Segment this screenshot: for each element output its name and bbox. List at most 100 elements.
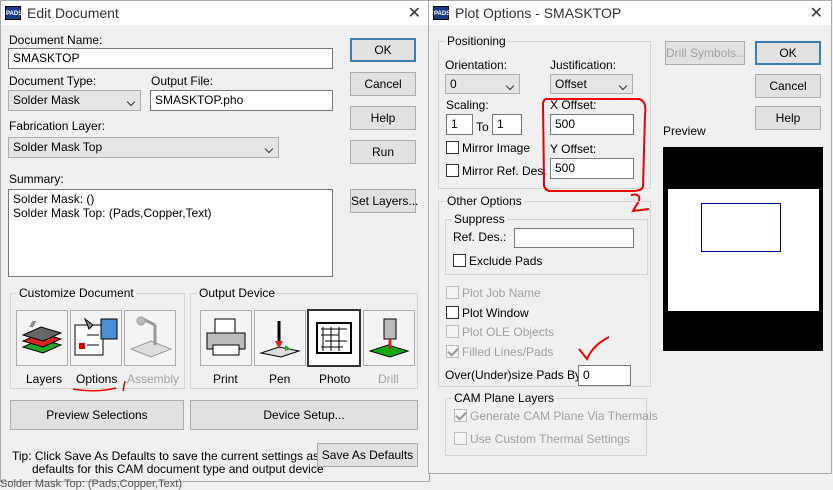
filled-lines-label: Filled Lines/Pads [462,345,554,359]
plot-options-window: PADS Plot Options - SMASKTOP ✕ Positioni… [428,0,832,474]
plot-ok-button[interactable]: OK [755,41,821,65]
fab-layer-label: Fabrication Layer: [9,119,106,133]
underlay-text: Solder Mask Top: (Pads,Copper,Text) [0,478,182,490]
photo-button[interactable] [307,309,361,367]
preview-board [668,189,819,311]
exclude-pads-checkbox[interactable] [453,254,466,267]
preview-outline [701,203,781,252]
drill-symbols-button[interactable]: Drill Symbols... [665,41,746,65]
layers-button[interactable]: ⁄⁄⁄ [16,310,68,366]
pads-icon: PADS [5,6,22,20]
options-button[interactable] [70,310,122,366]
plot-window-label: Plot Window [462,306,529,320]
mirror-image-checkbox[interactable] [446,141,459,154]
svg-text:⁄⁄⁄: ⁄⁄⁄ [29,320,37,329]
oversize-input[interactable]: 0 [578,365,631,386]
generate-cam-label: Generate CAM Plane Via Thermals [470,409,658,423]
pen-label: Pen [269,372,291,386]
device-setup-button[interactable]: Device Setup... [190,400,418,430]
scale-to-label: To [476,120,489,134]
options-icon [74,317,118,356]
plot-window-checkbox[interactable] [446,306,459,319]
edit-titlebar[interactable]: PADS Edit Document ✕ [1,1,429,25]
edit-title: Edit Document [27,5,119,21]
summary-line: Solder Mask: () [13,192,95,206]
doc-name-input[interactable]: SMASKTOP [8,48,333,69]
scale-to-input[interactable]: 1 [492,114,522,135]
drill-label: Drill [378,372,399,386]
mirror-ref-label: Mirror Ref. Des. [462,164,547,178]
photo-icon [316,322,352,354]
use-custom-thermal-checkbox[interactable] [454,432,467,445]
assembly-label: Assembly [127,372,180,386]
preview-selections-button[interactable]: Preview Selections [10,400,184,430]
fab-layer-select[interactable]: Solder Mask Top [8,137,279,158]
mirror-image-label: Mirror Image [462,141,531,155]
suppress-label: Suppress [452,212,507,226]
tip-line-1: Tip: Click Save As Defaults to save the … [12,449,340,463]
assembly-icon [129,316,173,358]
save-as-defaults-button[interactable]: Save As Defaults [317,443,418,467]
assembly-button[interactable] [124,310,176,366]
edit-document-window: PADS Edit Document ✕ Document Name: SMAS… [0,0,430,482]
pen-button[interactable] [254,310,306,366]
plot-job-name-label: Plot Job Name [462,286,541,300]
positioning-label: Positioning [445,34,508,48]
close-icon[interactable]: ✕ [810,3,823,23]
filled-lines-checkbox[interactable] [446,345,459,358]
plot-job-name-checkbox[interactable] [446,286,459,299]
plot-title: Plot Options - SMASKTOP [455,5,622,21]
layers-label: Layers [26,372,63,386]
tip-line-2: defaults for this CAM document type and … [32,462,324,476]
print-label: Print [213,372,238,386]
printer-icon [206,318,246,356]
other-options-label: Other Options [445,194,524,208]
set-layers-button[interactable]: Set Layers... [350,189,418,213]
doc-name-label: Document Name: [9,33,103,47]
summary-box[interactable]: Solder Mask: () Solder Mask Top: (Pads,C… [8,189,333,277]
pads-icon: PADS [433,6,450,20]
run-button[interactable]: Run [350,140,416,164]
preview-label: Preview [663,124,706,138]
cam-plane-group: CAM Plane Layers [445,391,647,456]
output-file-input[interactable]: SMASKTOP.pho [150,90,333,111]
plot-titlebar[interactable]: PADS Plot Options - SMASKTOP ✕ [429,1,831,25]
scaling-label: Scaling: [446,98,489,112]
cancel-button[interactable]: Cancel [350,72,416,96]
oversize-label: Over(Under)size Pads By: [445,368,585,382]
photo-label: Photo [319,372,351,386]
print-button[interactable] [200,310,252,366]
drill-button[interactable] [363,310,415,366]
orientation-label: Orientation: [445,58,508,72]
summary-line: Solder Mask Top: (Pads,Copper,Text) [13,206,212,220]
ref-des-label: Ref. Des.: [453,230,507,244]
summary-label: Summary: [9,172,64,186]
preview-pane [663,147,823,351]
close-icon[interactable]: ✕ [408,3,421,23]
annotation-check [578,336,610,361]
plot-cancel-button[interactable]: Cancel [755,74,821,98]
annotation-underline [72,380,126,392]
output-file-label: Output File: [151,74,214,88]
scale-from-input[interactable]: 1 [446,114,473,135]
justification-select[interactable]: Offset [550,74,633,94]
ref-des-input[interactable] [514,228,634,248]
exclude-pads-label: Exclude Pads [469,254,543,268]
ok-button[interactable]: OK [350,38,416,62]
doc-type-select[interactable]: Solder Mask [8,90,141,111]
pen-plotter-icon [259,321,301,358]
plot-ole-checkbox[interactable] [446,325,459,338]
justification-label: Justification: [550,58,617,72]
use-custom-thermal-label: Use Custom Thermal Settings [470,432,630,446]
plot-ole-label: Plot OLE Objects [462,325,555,339]
help-button[interactable]: Help [350,106,416,130]
layers-icon: ⁄⁄⁄ [21,320,63,354]
cam-plane-label: CAM Plane Layers [452,391,557,405]
orientation-select[interactable]: 0 [445,74,520,94]
mirror-ref-checkbox[interactable] [446,164,459,177]
plot-help-button[interactable]: Help [755,106,821,130]
drill-icon [368,318,410,358]
doc-type-label: Document Type: [9,74,97,88]
output-device-label: Output Device [197,286,278,300]
generate-cam-checkbox[interactable] [454,409,467,422]
